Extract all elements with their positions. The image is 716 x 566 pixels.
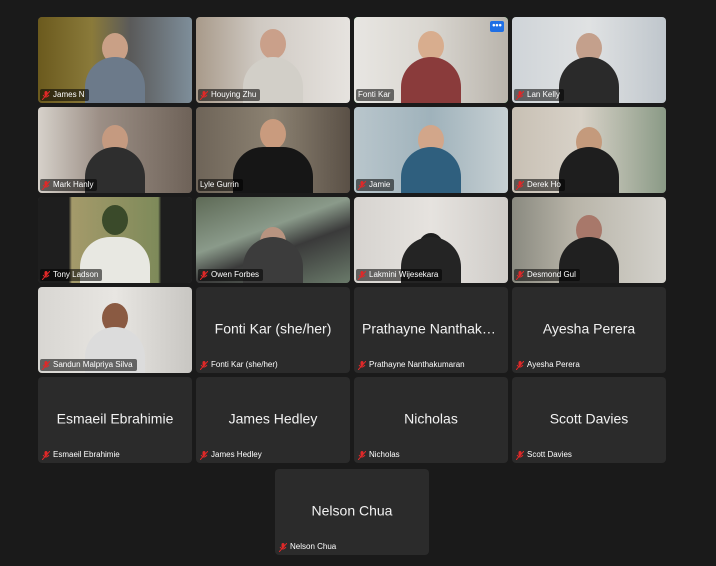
video-off-tile[interactable]: Nelson Chua Nelson Chua — [275, 469, 429, 555]
mic-muted-icon — [516, 450, 524, 460]
mic-muted-icon — [516, 180, 524, 190]
video-tile[interactable]: Owen Forbes — [196, 197, 350, 283]
participant-label: James N — [40, 89, 89, 101]
video-off-tile[interactable]: Fonti Kar (she/her) Fonti Kar (she/her) — [196, 287, 350, 373]
mic-muted-icon — [279, 542, 287, 552]
participant-label: Mark Hanly — [40, 179, 98, 191]
mic-muted-icon — [358, 270, 366, 280]
video-off-tile[interactable]: James Hedley James Hedley — [196, 377, 350, 463]
participant-name: Lyle Gurrin — [200, 180, 239, 189]
mic-muted-icon — [200, 450, 208, 460]
participant-label: Jamie — [356, 179, 395, 191]
participant-name: Sandun Malpriya Silva — [53, 360, 133, 369]
participant-label: Nicholas — [356, 449, 404, 461]
mic-muted-icon — [42, 450, 50, 460]
participant-name: Nelson Chua — [290, 542, 337, 551]
participant-name: James Hedley — [211, 450, 262, 459]
participant-name: Jamie — [369, 180, 391, 189]
video-tile[interactable]: Mark Hanly — [38, 107, 192, 193]
participant-name: Houying Zhu — [211, 90, 257, 99]
mic-muted-icon — [42, 360, 50, 370]
participant-display-name: Nicholas — [404, 410, 458, 427]
video-off-tile[interactable]: Ayesha Perera Ayesha Perera — [512, 287, 666, 373]
video-tile[interactable]: Tony Ladson — [38, 197, 192, 283]
participant-label: Scott Davies — [514, 449, 576, 461]
participant-name: Esmaeil Ebrahimie — [53, 450, 120, 459]
participant-label: Lan Kelly — [514, 89, 564, 101]
participant-name: Nicholas — [369, 450, 400, 459]
video-tile[interactable]: Desmond Gul — [512, 197, 666, 283]
participant-display-name: Scott Davies — [549, 410, 629, 427]
participant-name: Lakmini Wijesekara — [369, 270, 439, 279]
participant-name: Tony Ladson — [53, 270, 99, 279]
mic-muted-icon — [200, 270, 208, 280]
participant-display-name: Fonti Kar (she/her) — [214, 320, 332, 337]
video-off-tile[interactable]: Esmaeil Ebrahimie Esmaeil Ebrahimie — [38, 377, 192, 463]
participant-name: Lan Kelly — [527, 90, 560, 99]
participant-name: Fonti Kar — [358, 90, 391, 99]
video-off-tile[interactable]: Nicholas Nicholas — [354, 377, 508, 463]
participant-display-name: Nelson Chua — [311, 502, 393, 519]
participant-name: Derek Ho — [527, 180, 561, 189]
participant-label: Fonti Kar — [356, 89, 395, 101]
mic-muted-icon — [358, 450, 366, 460]
participant-label: Prathayne Nanthakumaran — [356, 359, 469, 371]
video-tile[interactable]: Derek Ho — [512, 107, 666, 193]
participant-label: Ayesha Perera — [514, 359, 584, 371]
participant-name: James N — [53, 90, 85, 99]
video-tile[interactable]: James N — [38, 17, 192, 103]
participant-display-name: Prathayne Nanthaku... — [362, 320, 502, 337]
video-off-tile[interactable]: Prathayne Nanthaku... Prathayne Nanthaku… — [354, 287, 508, 373]
video-tile[interactable]: Lakmini Wijesekara — [354, 197, 508, 283]
participant-name: Scott Davies — [527, 450, 572, 459]
participant-label: Tony Ladson — [40, 269, 103, 281]
participant-label: James Hedley — [198, 449, 266, 461]
mic-muted-icon — [42, 90, 50, 100]
video-tile[interactable]: Lyle Gurrin — [196, 107, 350, 193]
participant-display-name: James Hedley — [228, 410, 318, 427]
participant-name: Ayesha Perera — [527, 360, 580, 369]
participant-name: Fonti Kar (she/her) — [211, 360, 278, 369]
mic-muted-icon — [358, 360, 366, 370]
mic-muted-icon — [200, 90, 208, 100]
mic-muted-icon — [42, 180, 50, 190]
participant-label: Houying Zhu — [198, 89, 261, 101]
participant-label: Desmond Gul — [514, 269, 580, 281]
mic-muted-icon — [42, 270, 50, 280]
participant-name: Mark Hanly — [53, 180, 94, 189]
video-tile[interactable]: Sandun Malpriya Silva — [38, 287, 192, 373]
video-tile[interactable]: Jamie — [354, 107, 508, 193]
mic-muted-icon — [200, 360, 208, 370]
participant-name: Desmond Gul — [527, 270, 576, 279]
video-tile[interactable]: Houying Zhu — [196, 17, 350, 103]
participant-name: Owen Forbes — [211, 270, 260, 279]
more-options-button[interactable]: ••• — [490, 21, 504, 32]
participant-name: Prathayne Nanthakumaran — [369, 360, 465, 369]
participant-label: Derek Ho — [514, 179, 565, 191]
video-off-tile[interactable]: Scott Davies Scott Davies — [512, 377, 666, 463]
participant-label: Esmaeil Ebrahimie — [40, 449, 124, 461]
video-tile-active-speaker[interactable]: ••• Fonti Kar — [354, 17, 508, 103]
participant-label: Sandun Malpriya Silva — [40, 359, 137, 371]
participant-label: Owen Forbes — [198, 269, 264, 281]
participant-label: Nelson Chua — [277, 541, 340, 553]
mic-muted-icon — [358, 180, 366, 190]
participant-label: Lyle Gurrin — [198, 179, 243, 191]
mic-muted-icon — [516, 360, 524, 370]
participant-display-name: Ayesha Perera — [542, 320, 636, 337]
video-tile[interactable]: Lan Kelly — [512, 17, 666, 103]
participant-label: Lakmini Wijesekara — [356, 269, 443, 281]
gallery-grid: James N Houying Zhu ••• Fonti Kar Lan Ke… — [38, 17, 666, 463]
mic-muted-icon — [516, 90, 524, 100]
participant-display-name: Esmaeil Ebrahimie — [56, 410, 174, 427]
participant-label: Fonti Kar (she/her) — [198, 359, 282, 371]
mic-muted-icon — [516, 270, 524, 280]
